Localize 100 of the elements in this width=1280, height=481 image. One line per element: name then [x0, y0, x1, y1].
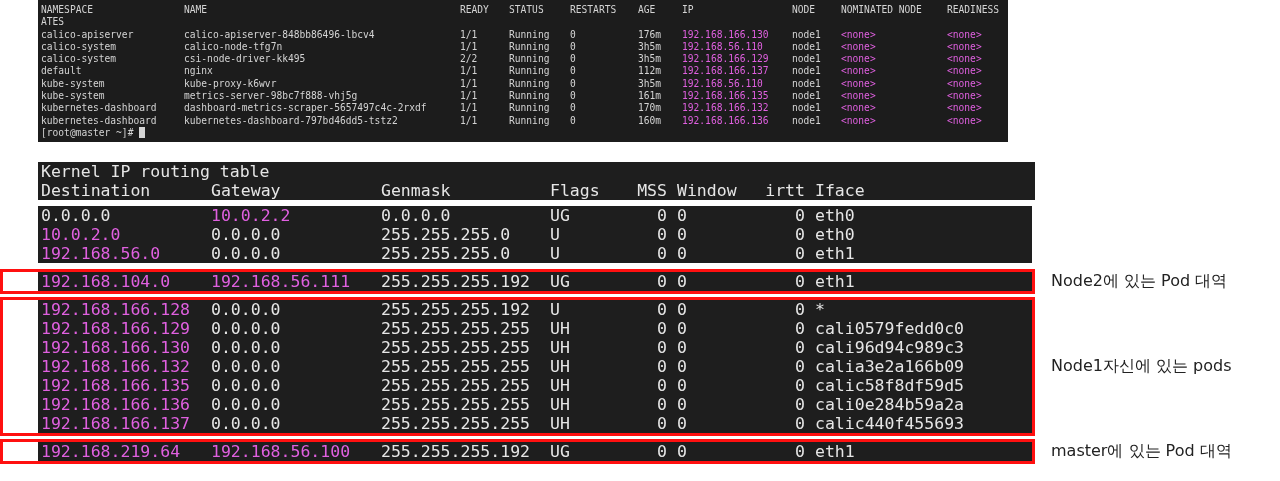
- table-cell-text: cali0e284b59a2a: [815, 395, 965, 414]
- table-cell-text: UG: [550, 272, 571, 291]
- table-cell-text: 0: [794, 206, 805, 225]
- table-cell-text: UH: [550, 414, 571, 433]
- table-cell-text: 3h5m: [638, 77, 663, 91]
- table-cell-text: 0.0.0.0: [211, 376, 282, 395]
- table-cell-text: 0: [677, 376, 688, 395]
- table-cell-text: kubernetes-dashboard: [41, 102, 158, 115]
- table-cell-text: <none>: [947, 90, 983, 103]
- table-cell-text: Running: [509, 28, 551, 41]
- table-cell-text: UH: [550, 376, 571, 395]
- table-cell-text: 255.255.255.0: [381, 244, 512, 263]
- table-cell-text: 170m: [638, 102, 663, 115]
- table-cell-text: 0: [570, 77, 577, 91]
- table-cell-text: 1/1: [460, 40, 479, 54]
- table-cell-text: 192.168.56.110: [682, 40, 764, 54]
- table-cell-text: node1: [792, 53, 822, 66]
- table-cell-text: 10.0.2.2: [211, 206, 292, 225]
- table-cell-text: 0: [570, 90, 577, 103]
- table-cell-text: U: [550, 225, 561, 244]
- table-cell-text: kubernetes-dashboard-797bd46dd5-tstz2: [184, 114, 399, 127]
- terminal-title: Kernel IP routing table: [41, 162, 270, 181]
- table-cell-text: 255.255.255.0: [381, 225, 512, 244]
- table-cell-text: *: [815, 300, 826, 319]
- table-cell-text: UH: [550, 338, 571, 357]
- table-cell-text: UG: [550, 206, 571, 225]
- table-cell-text: 0: [656, 300, 667, 319]
- table-cell-text: 3h5m: [638, 40, 663, 54]
- table-cell-text: 0: [677, 357, 688, 376]
- table-cell-text: calico-system: [41, 40, 118, 54]
- table-cell-text: 192.168.166.130: [41, 338, 191, 357]
- table-cell-text: UG: [550, 442, 571, 461]
- table-cell-text: nginx: [184, 65, 214, 78]
- table-cell-text: 0: [794, 414, 805, 433]
- table-cell-text: cali0579fedd0c0: [815, 319, 965, 338]
- table-cell-text: calico-node-tfg7n: [184, 40, 284, 54]
- table-cell-text: 0: [677, 206, 688, 225]
- table-cell-text: UH: [550, 319, 571, 338]
- table-cell-text: 255.255.255.255: [381, 395, 531, 414]
- column-header: NAME: [184, 4, 209, 17]
- table-cell-text: metrics-server-98bc7f888-vhj5g: [184, 90, 359, 103]
- table-cell-text: <none>: [947, 53, 983, 66]
- table-cell-text: node1: [792, 114, 822, 127]
- column-header: NAMESPACE: [41, 4, 94, 17]
- column-header: MSS: [636, 181, 667, 200]
- table-cell-text: <none>: [841, 114, 877, 127]
- table-cell-text: calico-apiserver-848bb86496-lbcv4: [184, 28, 376, 41]
- table-cell-text: U: [550, 300, 561, 319]
- table-cell-text: <none>: [841, 65, 877, 78]
- table-cell-text: 0: [570, 114, 577, 127]
- table-cell-text: 0: [677, 225, 688, 244]
- table-cell-text: 3h5m: [638, 53, 663, 66]
- column-header: irtt: [764, 181, 805, 200]
- header-wrap-text: ATES: [41, 16, 65, 28]
- table-cell-text: 0.0.0.0: [381, 206, 452, 225]
- annotation-text: master에 있는 Pod 대역: [1051, 441, 1232, 462]
- table-cell-text: 0.0.0.0: [41, 206, 112, 225]
- table-cell-text: csi-node-driver-kk495: [184, 53, 307, 66]
- column-header: Gateway: [211, 181, 282, 200]
- table-cell-text: 192.168.219.64: [41, 442, 182, 461]
- table-cell-text: 255.255.255.192: [381, 300, 531, 319]
- table-cell-text: UH: [550, 395, 571, 414]
- table-cell-text: <none>: [841, 90, 877, 103]
- table-cell-text: Running: [509, 53, 551, 66]
- table-cell-text: calic440f455693: [815, 414, 965, 433]
- table-cell-text: 1/1: [460, 77, 479, 91]
- table-cell-text: <none>: [841, 53, 877, 66]
- table-cell-text: 192.168.166.137: [41, 414, 191, 433]
- table-cell-text: 0: [794, 272, 805, 291]
- table-cell-text: 0: [794, 376, 805, 395]
- table-cell-text: 192.168.56.0: [41, 244, 162, 263]
- table-cell-text: 0: [794, 442, 805, 461]
- table-cell-text: node1: [792, 65, 822, 78]
- table-cell-text: Running: [509, 114, 551, 127]
- table-cell-text: 0: [794, 395, 805, 414]
- annotation-text: Node1자신에 있는 pods: [1051, 356, 1232, 377]
- table-cell-text: 0.0.0.0: [211, 225, 282, 244]
- table-cell-text: kubernetes-dashboard: [41, 114, 158, 127]
- table-cell-text: 192.168.166.130: [682, 28, 770, 41]
- table-cell-text: 192.168.166.129: [41, 319, 191, 338]
- table-cell-text: 192.168.166.136: [682, 114, 770, 127]
- table-cell-text: 0: [570, 40, 577, 54]
- table-cell-text: eth1: [815, 442, 856, 461]
- table-cell-text: 192.168.166.135: [682, 90, 770, 103]
- table-cell-text: 0.0.0.0: [211, 414, 282, 433]
- column-header: IP: [682, 4, 695, 17]
- column-header: READY: [460, 4, 490, 17]
- table-cell-text: node1: [792, 77, 822, 91]
- table-cell-text: <none>: [947, 114, 983, 127]
- table-cell-text: 192.168.104.0: [41, 272, 172, 291]
- table-cell-text: Running: [509, 40, 551, 54]
- table-cell-text: 0: [570, 102, 577, 115]
- table-cell-text: 0.0.0.0: [211, 300, 282, 319]
- shell-prompt: [root@master ~]#: [41, 126, 134, 138]
- table-cell-text: node1: [792, 40, 822, 54]
- table-cell-text: eth0: [815, 225, 856, 244]
- table-cell-text: <none>: [947, 102, 983, 115]
- column-header: STATUS: [509, 4, 545, 17]
- table-cell-text: 0: [677, 338, 688, 357]
- table-cell-text: 1/1: [460, 102, 479, 115]
